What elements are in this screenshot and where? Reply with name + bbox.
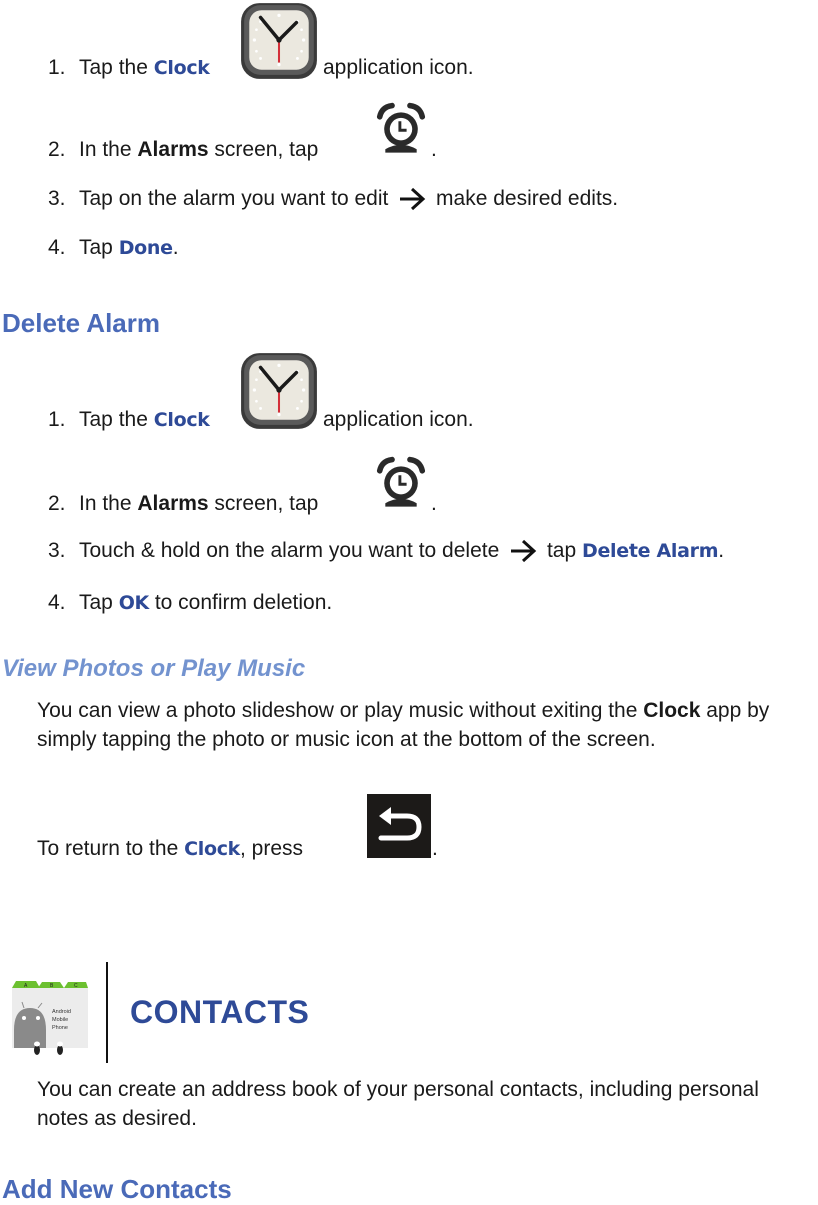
step-text: Tap	[79, 591, 119, 614]
step-text: .	[718, 539, 725, 562]
clock-key-label: Clock	[184, 838, 241, 860]
icon-label-line: Mobile	[52, 1017, 68, 1023]
step-text: .	[172, 236, 179, 259]
delete-step-2: 2. In the Alarms screen, tap	[48, 492, 318, 516]
alarms-label: Alarms	[137, 492, 209, 515]
arrow-right-icon	[509, 539, 537, 563]
step-text-suffix: .	[431, 492, 437, 515]
delete-step-1: 1. Tap the Clock	[48, 408, 210, 432]
step-text: Tap	[79, 236, 119, 259]
step-number: 1.	[48, 408, 66, 431]
clock-key-label: Clock	[153, 57, 210, 79]
edit-step-4: 4. Tap Done.	[48, 236, 179, 260]
contacts-app-icon: A B C Android Mobile Phone	[12, 981, 88, 1055]
done-key-label: Done	[118, 237, 173, 259]
view-photos-paragraph: You can view a photo slideshow or play m…	[37, 696, 807, 754]
return-instruction: To return to the Clock, press	[37, 837, 303, 861]
step-number: 1.	[48, 56, 66, 79]
step-text-suffix: application icon.	[323, 56, 474, 79]
vertical-divider	[106, 962, 108, 1063]
instruction-suffix: .	[432, 837, 438, 860]
step-text: screen, tap	[208, 138, 319, 161]
delete-step-4: 4. Tap OK to confirm deletion.	[48, 591, 332, 615]
clock-app-icon	[238, 0, 320, 82]
paragraph-text: You can view a photo slideshow or play m…	[37, 699, 644, 722]
back-button-icon	[367, 794, 431, 858]
alarms-label: Alarms	[137, 138, 209, 161]
delete-step-3: 3. Touch & hold on the alarm you want to …	[48, 539, 724, 563]
instruction-text: , press	[240, 837, 304, 860]
clock-app-icon	[238, 350, 320, 432]
edit-step-1: 1. Tap the Clock	[48, 56, 210, 80]
step-text: Touch & hold on the alarm you want to de…	[79, 539, 506, 562]
step-text: Tap on the alarm you want to edit	[79, 187, 395, 210]
clock-label: Clock	[643, 699, 701, 722]
step-text: screen, tap	[208, 492, 319, 515]
add-new-contacts-heading: Add New Contacts	[2, 1174, 232, 1204]
delete-alarm-heading: Delete Alarm	[2, 308, 160, 338]
edit-step-2: 2. In the Alarms screen, tap	[48, 138, 318, 162]
step-text: Tap the	[79, 56, 154, 79]
contacts-title: CONTACTS	[130, 994, 310, 1030]
step-number: 2.	[48, 138, 66, 161]
step-text: make desired edits.	[430, 187, 619, 210]
step-number: 4.	[48, 236, 66, 259]
step-number: 3.	[48, 539, 66, 562]
step-text-suffix: .	[431, 138, 437, 161]
ok-key-label: OK	[118, 592, 150, 614]
alarm-clock-icon	[373, 454, 429, 510]
step-number: 2.	[48, 492, 66, 515]
delete-alarm-key-label: Delete Alarm	[581, 540, 719, 562]
step-text: tap	[541, 539, 582, 562]
icon-label-line: Phone	[52, 1025, 68, 1031]
contacts-paragraph: You can create an address book of your p…	[37, 1078, 759, 1130]
step-text: In the	[79, 492, 138, 515]
arrow-right-icon	[398, 187, 426, 211]
step-number: 4.	[48, 591, 66, 614]
step-text: Tap the	[79, 408, 154, 431]
step-number: 3.	[48, 187, 66, 210]
instruction-text: To return to the	[37, 837, 185, 860]
step-text-suffix: application icon.	[323, 408, 474, 431]
view-photos-heading: View Photos or Play Music	[2, 655, 306, 682]
step-text: to confirm deletion.	[148, 591, 333, 614]
alarm-clock-icon	[373, 100, 429, 156]
edit-step-3: 3. Tap on the alarm you want to edit make…	[48, 187, 618, 211]
step-text: In the	[79, 138, 138, 161]
clock-key-label: Clock	[153, 409, 210, 431]
icon-label-line: Android	[52, 1009, 71, 1015]
